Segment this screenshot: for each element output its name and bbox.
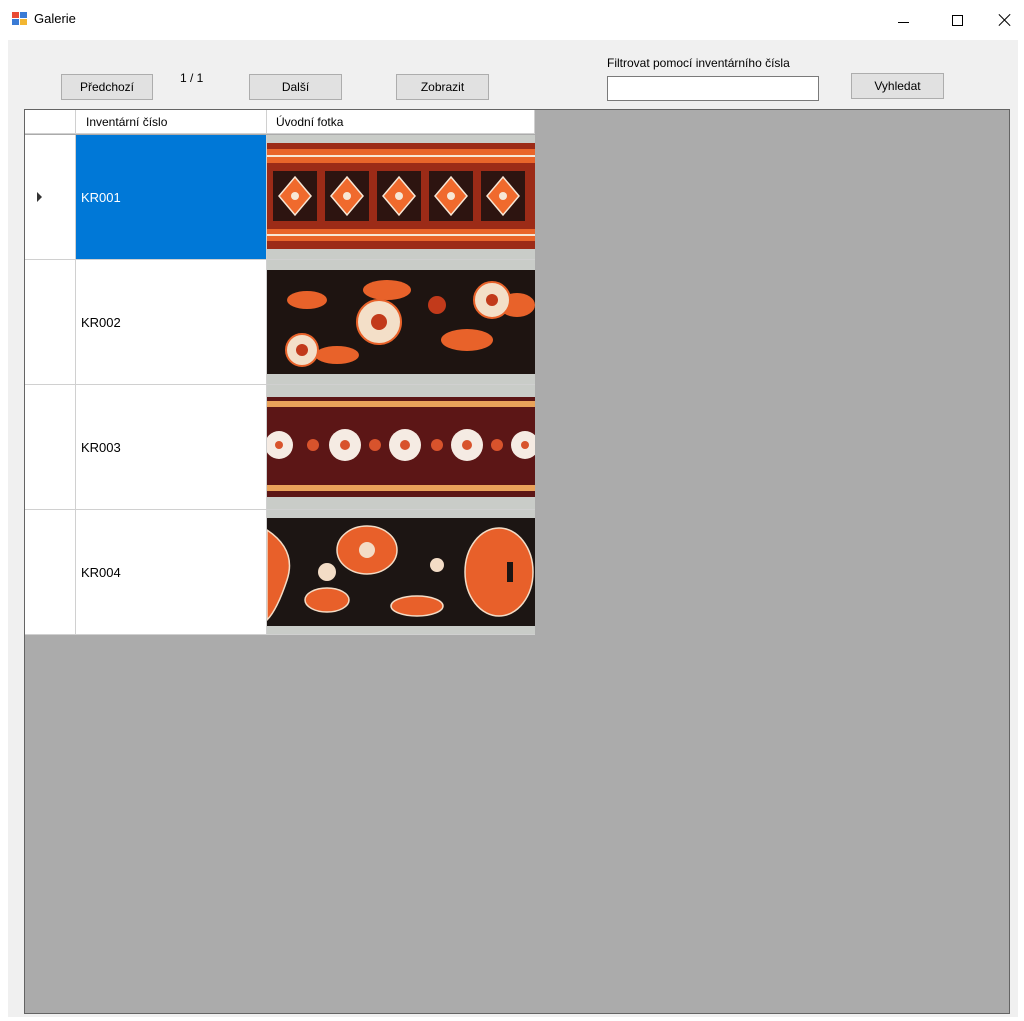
- maximize-icon: [951, 14, 963, 26]
- row-header[interactable]: [25, 385, 76, 510]
- row-header[interactable]: [25, 260, 76, 385]
- current-row-arrow-icon: [37, 192, 42, 202]
- search-button[interactable]: Vyhledat: [851, 73, 944, 99]
- inventory-number-cell[interactable]: KR003: [76, 385, 267, 510]
- embroidery-photo[interactable]: [267, 510, 535, 635]
- embroidery-photo[interactable]: [267, 385, 535, 510]
- filter-input[interactable]: [607, 76, 819, 101]
- embroidery-photo[interactable]: [267, 135, 535, 260]
- column-header-photo[interactable]: Úvodní fotka: [267, 110, 535, 134]
- title-bar: Galerie: [0, 0, 1024, 40]
- next-button[interactable]: Další: [249, 74, 342, 100]
- inventory-number-cell[interactable]: KR002: [76, 260, 267, 385]
- minimize-icon: [897, 21, 909, 23]
- previous-button[interactable]: Předchozí: [61, 74, 153, 100]
- minimize-button[interactable]: [880, 0, 926, 40]
- column-header-inventory-number[interactable]: Inventární číslo: [76, 110, 267, 134]
- embroidery-photo[interactable]: [267, 260, 535, 385]
- row-header[interactable]: [25, 510, 76, 635]
- close-button[interactable]: [982, 0, 1024, 40]
- gallery-grid[interactable]: Inventární číslo Úvodní fotka KR001 KR00…: [24, 109, 1010, 1014]
- table-row[interactable]: KR004: [25, 510, 535, 635]
- form-client-area: Předchozí 1 / 1 Další Zobrazit Filtrovat…: [8, 40, 1018, 1017]
- app-window-icon[interactable]: [12, 12, 28, 26]
- row-header[interactable]: [25, 135, 76, 260]
- inventory-number-cell[interactable]: KR004: [76, 510, 267, 635]
- window-title: Galerie: [34, 11, 76, 26]
- close-icon: [998, 13, 1012, 27]
- maximize-button[interactable]: [934, 0, 980, 40]
- table-row[interactable]: KR002: [25, 260, 535, 385]
- table-row[interactable]: KR001: [25, 135, 535, 260]
- filter-label: Filtrovat pomocí inventárního čísla: [607, 56, 790, 70]
- inventory-number-cell[interactable]: KR001: [76, 135, 267, 260]
- grid-corner-header[interactable]: [25, 110, 76, 134]
- page-indicator: 1 / 1: [180, 71, 204, 85]
- show-button[interactable]: Zobrazit: [396, 74, 489, 100]
- table-row[interactable]: KR003: [25, 385, 535, 510]
